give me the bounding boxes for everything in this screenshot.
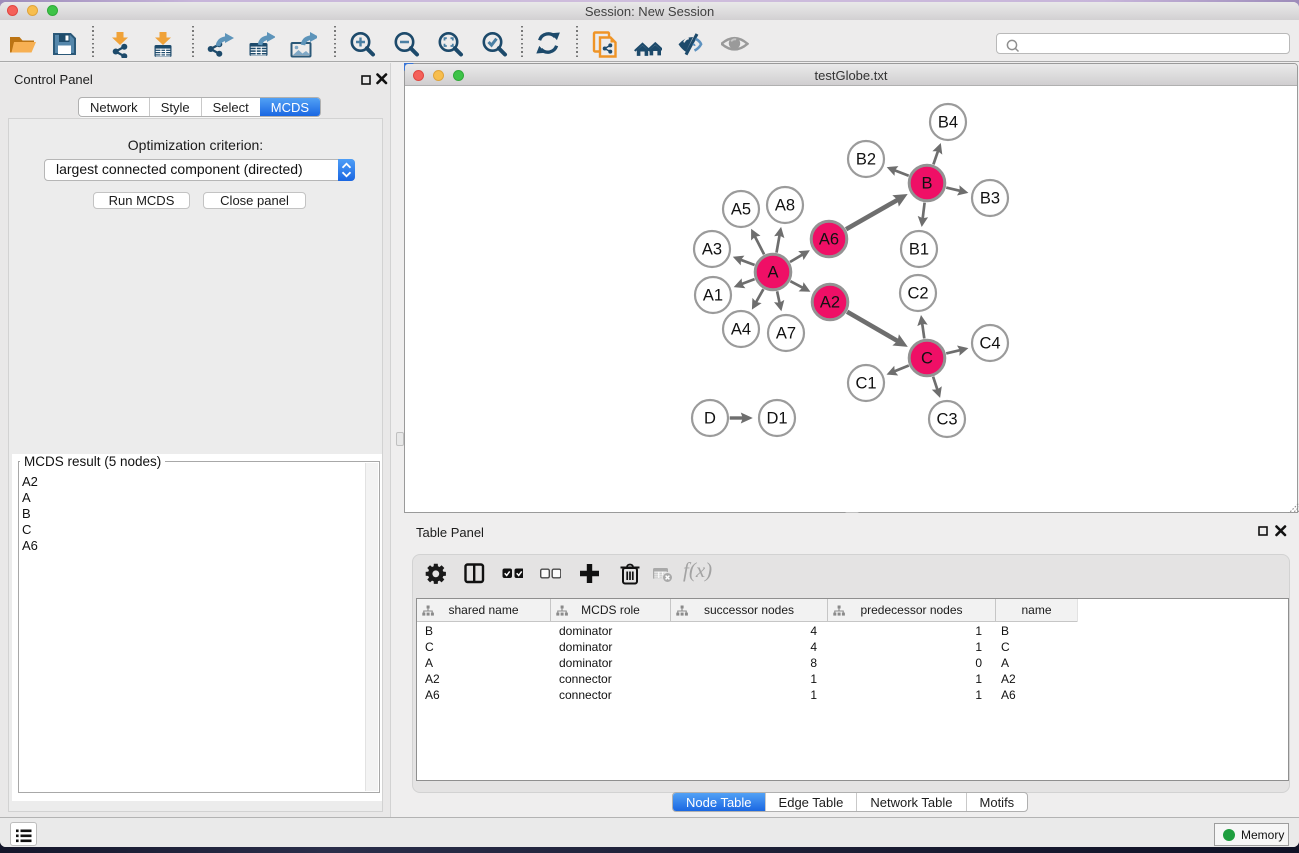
svg-text:A8: A8 — [775, 197, 795, 215]
svg-text:C4: C4 — [979, 335, 1000, 353]
svg-text:A3: A3 — [702, 241, 722, 259]
svg-text:D1: D1 — [766, 410, 787, 428]
svg-text:A2: A2 — [820, 294, 840, 312]
svg-text:C: C — [921, 350, 933, 368]
svg-text:C2: C2 — [907, 285, 928, 303]
svg-text:A: A — [767, 264, 778, 282]
svg-text:A6: A6 — [819, 231, 839, 249]
svg-text:B2: B2 — [856, 151, 876, 169]
svg-text:A7: A7 — [776, 325, 796, 343]
svg-text:A1: A1 — [703, 287, 723, 305]
svg-text:D: D — [704, 410, 716, 428]
svg-text:C3: C3 — [936, 411, 957, 429]
svg-text:B: B — [921, 175, 932, 193]
svg-text:f(x): f(x) — [683, 561, 712, 582]
svg-text:C1: C1 — [855, 375, 876, 393]
svg-text:A5: A5 — [731, 201, 751, 219]
svg-text:B4: B4 — [938, 114, 958, 132]
svg-text:A4: A4 — [731, 321, 751, 339]
svg-text:B1: B1 — [909, 241, 929, 259]
svg-text:B3: B3 — [980, 190, 1000, 208]
